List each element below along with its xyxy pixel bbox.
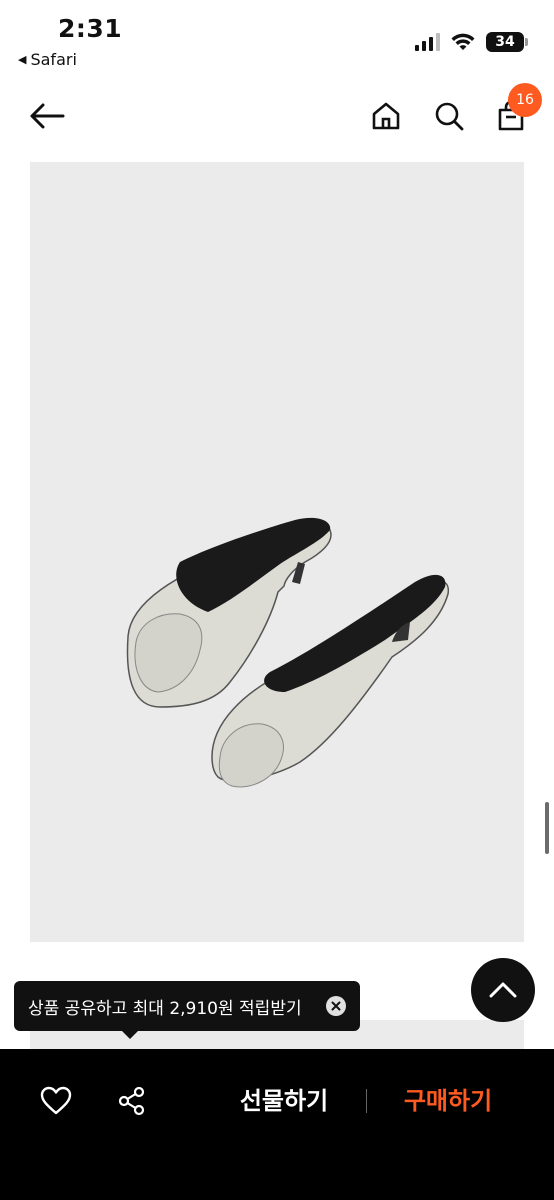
share-button[interactable] <box>110 1079 154 1123</box>
back-button[interactable] <box>25 94 69 138</box>
chevron-up-icon <box>489 982 517 998</box>
share-reward-tooltip: 상품 공유하고 최대 2,910원 적립받기 <box>14 981 360 1031</box>
cart-count-badge: 16 <box>508 83 542 117</box>
cellular-signal-icon <box>415 33 440 51</box>
gift-button[interactable]: 선물하기 <box>220 1084 348 1118</box>
scrollbar[interactable] <box>545 802 549 854</box>
sandal-illustration <box>126 517 450 788</box>
back-triangle-icon: ◀ <box>18 53 27 66</box>
status-time: 2:31 <box>58 14 123 43</box>
wifi-icon <box>451 33 475 50</box>
home-button[interactable] <box>364 94 408 138</box>
status-indicators: 34 <box>415 32 528 52</box>
search-button[interactable] <box>427 94 471 138</box>
search-icon <box>435 102 464 131</box>
tooltip-arrow <box>121 1030 139 1039</box>
back-to-app[interactable]: ◀ Safari <box>18 50 77 69</box>
heart-icon <box>40 1086 72 1115</box>
tooltip-text: 상품 공유하고 최대 2,910원 적립받기 <box>28 998 302 1019</box>
wishlist-button[interactable] <box>34 1079 78 1123</box>
status-bar: 2:31 ◀ Safari 34 <box>0 0 554 76</box>
battery-indicator: 34 <box>486 32 528 52</box>
back-arrow-icon <box>30 103 65 129</box>
product-image[interactable] <box>30 162 524 942</box>
top-navigation: 16 <box>0 80 554 156</box>
home-icon <box>372 102 400 130</box>
tooltip-close-button[interactable] <box>326 996 346 1016</box>
bottom-action-bar: 선물하기 구매하기 <box>0 1049 554 1200</box>
divider <box>366 1089 367 1113</box>
close-icon <box>331 1001 341 1011</box>
share-icon <box>118 1086 145 1116</box>
back-app-label: Safari <box>30 50 77 69</box>
scroll-to-top-button[interactable] <box>471 958 535 1022</box>
buy-button[interactable]: 구매하기 <box>388 1084 508 1118</box>
